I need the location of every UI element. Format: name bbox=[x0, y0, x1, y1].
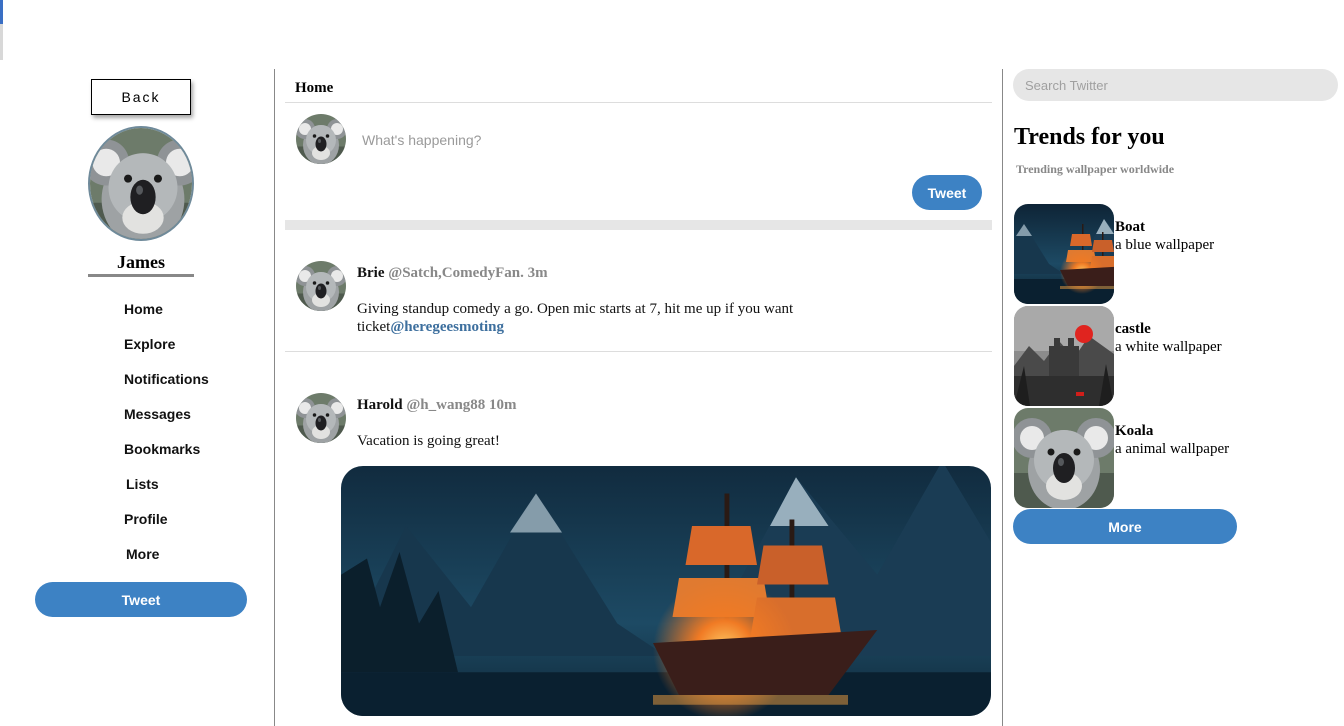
sidebar-item-lists[interactable]: Lists bbox=[126, 476, 159, 492]
trend-name[interactable]: Koala bbox=[1115, 423, 1153, 440]
sidebar-item-profile[interactable]: Profile bbox=[124, 511, 168, 527]
compose-input[interactable] bbox=[352, 126, 852, 154]
koala-avatar-image bbox=[296, 393, 346, 443]
left-sidebar: Back James Home Explore Notifications Me… bbox=[0, 0, 274, 726]
koala-avatar-image bbox=[296, 261, 346, 311]
sidebar-item-messages[interactable]: Messages bbox=[124, 406, 191, 422]
tweet-header: Brie @Satch,ComedyFan. 3m bbox=[357, 265, 548, 282]
ship-image bbox=[341, 466, 991, 716]
compose-divider bbox=[285, 220, 992, 230]
sidebar-item-notifications[interactable]: Notifications bbox=[124, 371, 209, 387]
tweet-mention-link[interactable]: @heregeesmoting bbox=[390, 319, 504, 335]
tweet-avatar[interactable] bbox=[296, 261, 346, 311]
sidebar-item-home[interactable]: Home bbox=[124, 301, 163, 317]
trend-name[interactable]: castle bbox=[1115, 321, 1151, 338]
trend-description: a animal wallpaper bbox=[1115, 441, 1230, 457]
left-divider bbox=[274, 69, 275, 726]
trend-description: a blue wallpaper bbox=[1115, 237, 1215, 253]
profile-name: James bbox=[88, 252, 194, 277]
boat-image bbox=[1014, 204, 1114, 304]
koala-image bbox=[1014, 408, 1114, 508]
trends-title: Trends for you bbox=[1014, 124, 1165, 150]
tweet-text: Vacation is going great! bbox=[357, 433, 500, 449]
sidebar-item-more[interactable]: More bbox=[126, 546, 159, 562]
koala-avatar-image bbox=[296, 114, 346, 164]
compose-tweet-button[interactable]: Tweet bbox=[912, 175, 982, 210]
more-trends-button[interactable]: More bbox=[1013, 509, 1237, 544]
tweet-author[interactable]: Brie bbox=[357, 265, 385, 281]
tweet-avatar[interactable] bbox=[296, 393, 346, 443]
sidebar-item-bookmarks[interactable]: Bookmarks bbox=[124, 441, 200, 457]
sidebar-tweet-button[interactable]: Tweet bbox=[35, 582, 247, 617]
header-divider bbox=[285, 102, 992, 103]
page-title: Home bbox=[295, 80, 334, 96]
tweet-divider bbox=[285, 351, 992, 352]
koala-avatar-image bbox=[90, 128, 194, 241]
trends-subtitle: Trending wallpaper worldwide bbox=[1016, 162, 1175, 176]
search-input[interactable] bbox=[1013, 69, 1338, 101]
trend-thumbnail[interactable] bbox=[1014, 204, 1114, 304]
trend-thumbnail[interactable] bbox=[1014, 408, 1114, 508]
compose-avatar bbox=[296, 114, 346, 164]
tweet-author[interactable]: Harold bbox=[357, 397, 403, 413]
back-button[interactable]: Back bbox=[91, 79, 191, 115]
tweet-image[interactable] bbox=[341, 466, 991, 716]
trend-description: a white wallpaper bbox=[1115, 339, 1222, 355]
trend-name[interactable]: Boat bbox=[1115, 219, 1145, 236]
trend-thumbnail[interactable] bbox=[1014, 306, 1114, 406]
profile-avatar[interactable] bbox=[88, 126, 194, 241]
tweet-meta: @h_wang88 10m bbox=[406, 397, 517, 413]
castle-image bbox=[1014, 306, 1114, 406]
tweet-text: Giving standup comedy a go. Open mic sta… bbox=[357, 300, 837, 336]
tweet-header: Harold @h_wang88 10m bbox=[357, 397, 517, 414]
sidebar-item-explore[interactable]: Explore bbox=[124, 336, 175, 352]
right-divider bbox=[1002, 69, 1003, 726]
tweet-meta: @Satch,ComedyFan. 3m bbox=[388, 265, 548, 281]
